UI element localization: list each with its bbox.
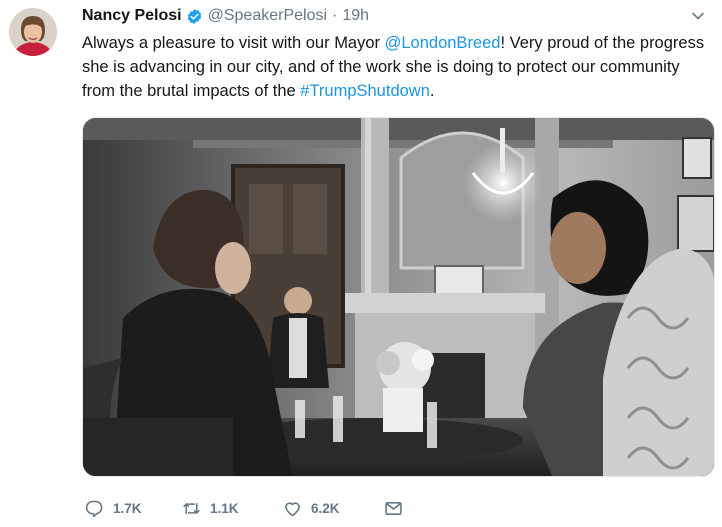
- speech-bubble-icon: [85, 500, 103, 517]
- like-button[interactable]: 6.2K: [282, 496, 340, 520]
- hashtag-link[interactable]: #TrumpShutdown: [300, 82, 430, 100]
- mention-link[interactable]: @LondonBreed: [385, 34, 501, 52]
- retweet-button[interactable]: 1.1K: [181, 496, 239, 520]
- chevron-down-icon[interactable]: [690, 8, 706, 24]
- retweet-count: 1.1K: [210, 500, 239, 516]
- timestamp[interactable]: 19h: [342, 5, 369, 27]
- author-name[interactable]: Nancy Pelosi: [82, 5, 182, 27]
- reply-button[interactable]: 1.7K: [84, 496, 142, 520]
- photo-image: [83, 118, 714, 476]
- verified-badge-icon: [186, 8, 203, 25]
- tweet-text: Always a pleasure to visit with our Mayo…: [82, 31, 712, 103]
- retweet-arrows-icon: [183, 502, 200, 514]
- envelope-icon: [385, 501, 402, 515]
- reply-count: 1.7K: [113, 500, 142, 516]
- avatar-image: [9, 8, 57, 56]
- avatar[interactable]: [9, 8, 57, 56]
- tweet-actions: 1.7K 1.1K 6.2K: [82, 496, 482, 520]
- heart-icon: [285, 501, 300, 516]
- tweet-card[interactable]: Nancy Pelosi @SpeakerPelosi · 19h Always…: [0, 0, 722, 527]
- direct-message-button[interactable]: [383, 496, 412, 520]
- like-count: 6.2K: [311, 500, 340, 516]
- tweet-photo[interactable]: [82, 117, 715, 477]
- separator-dot: ·: [332, 7, 338, 24]
- author-handle[interactable]: @SpeakerPelosi: [208, 5, 327, 27]
- tweet-header: Nancy Pelosi @SpeakerPelosi · 19h: [82, 5, 369, 27]
- tweet-text-part: .: [429, 82, 435, 100]
- tweet-text-part: Always a pleasure to visit with our Mayo…: [82, 34, 385, 52]
